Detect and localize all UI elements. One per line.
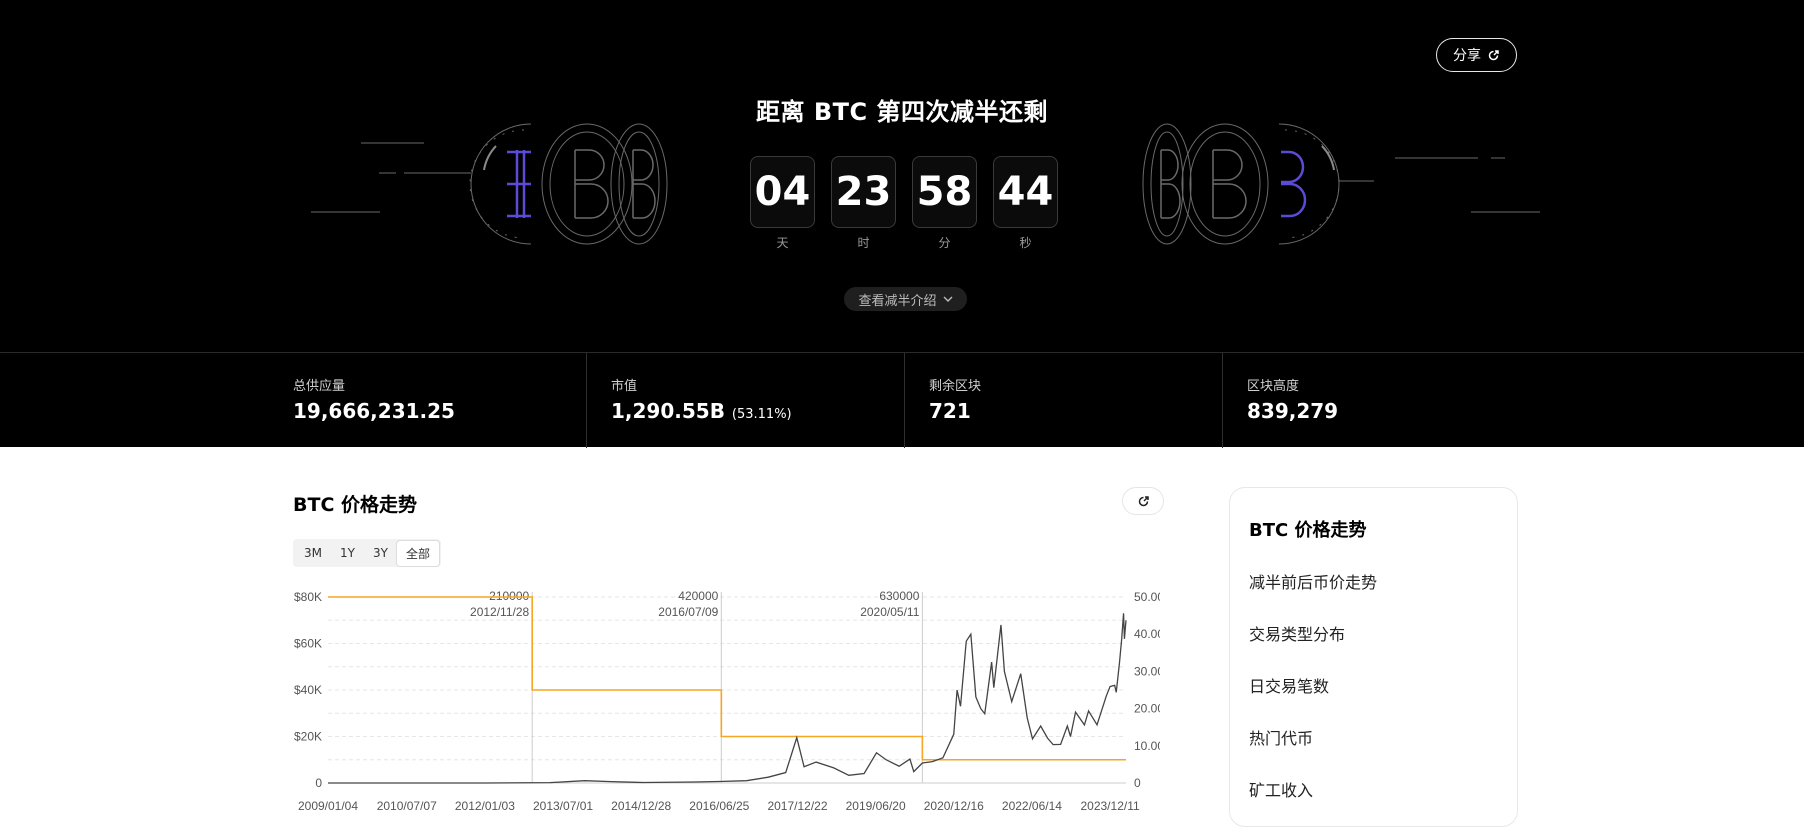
y-left-tick-label: 0 [315, 776, 322, 790]
bitcoin-symbol-icon [574, 149, 609, 219]
btc-price-chart[interactable]: 0 $20K $40K $60K $80K 0 10.00 20.00 30.00 40.00 50… [280, 580, 1160, 811]
bitcoin-symbol-icon [632, 149, 656, 219]
x-tick-label: 2014/12/28 [611, 799, 671, 811]
side-nav-item-hot-tokens[interactable]: 热门代币 [1249, 725, 1313, 749]
x-tick-label: 2020/12/16 [924, 799, 984, 811]
y-right-tick-label: 10.00 [1134, 739, 1160, 753]
x-tick-label: 2009/01/04 [298, 799, 358, 811]
side-nav-title: BTC 价格走势 [1249, 520, 1367, 541]
stat-value: 1,290.55B (53.11%) [611, 399, 792, 423]
stat-label: 区块高度 [1247, 379, 1300, 394]
halving-date-label: 2016/07/09 [658, 605, 718, 619]
countdown-title: 距离 BTC 第四次减半还剩 [756, 98, 1048, 126]
side-nav-item-daily-tx-count[interactable]: 日交易笔数 [1249, 673, 1329, 697]
stat-label: 市值 [611, 379, 638, 394]
bitcoin-half-accent-left [507, 150, 531, 218]
btc-price-series [328, 613, 1127, 784]
share-label: 分享 [1453, 48, 1481, 64]
stat-value: 721 [929, 399, 981, 423]
range-1y-button[interactable]: 1Y [331, 542, 364, 564]
hero-banner: 分享 距离 BTC 第四次减半还剩 04 天 23 时 58 分 44 秒 查看… [0, 0, 1804, 352]
countdown-unit: 秒 [1019, 236, 1032, 250]
stat-value: 19,666,231.25 [293, 399, 455, 423]
halving-intro-button[interactable]: 查看减半介绍 [844, 287, 967, 311]
x-tick-label: 2023/12/11 [1080, 799, 1139, 811]
chevron-down-icon [943, 296, 952, 302]
y-left-tick-label: $60K [294, 637, 322, 651]
x-tick-label: 2019/06/20 [846, 799, 906, 811]
chart-title: BTC 价格走势 [293, 494, 418, 516]
side-nav-item-price-around-halving[interactable]: 减半前后币价走势 [1249, 569, 1377, 593]
y-left-tick-label: $20K [294, 730, 322, 744]
y-right-tick-label: 0 [1134, 776, 1141, 790]
stat-market-cap: 市值 1,290.55B (53.11%) [611, 353, 792, 448]
halving-date-label: 2020/05/11 [860, 605, 919, 619]
stat-value-text: 839,279 [1247, 399, 1339, 423]
bitcoin-symbol-icon [1160, 149, 1181, 219]
bitcoin-half-accent-right [1281, 150, 1307, 218]
halving-block-label: 630000 [879, 589, 919, 603]
countdown-unit: 天 [776, 236, 789, 250]
countdown-days: 04 天 [750, 156, 815, 251]
halving-intro-label: 查看减半介绍 [858, 293, 937, 309]
y-right-tick-label: 50.00 [1134, 590, 1160, 604]
stat-value-text: 721 [929, 399, 971, 423]
stat-divider [904, 353, 905, 448]
stat-value-text: 19,666,231.25 [293, 399, 455, 423]
y-right-tick-label: 30.00 [1134, 664, 1160, 678]
x-tick-label: 2012/01/03 [455, 799, 515, 811]
x-tick-label: 2016/06/25 [689, 799, 749, 811]
y-left-tick-label: $80K [294, 590, 322, 604]
halving-block-label: 420000 [678, 589, 718, 603]
share-button[interactable]: 分享 [1436, 38, 1517, 72]
countdown-minutes: 58 分 [912, 156, 977, 251]
countdown-value: 58 [912, 156, 977, 228]
stat-divider [586, 353, 587, 448]
countdown-unit: 时 [857, 236, 870, 250]
y-right-tick-label: 20.00 [1134, 702, 1160, 716]
stat-label: 剩余区块 [929, 379, 982, 394]
countdown-value: 44 [993, 156, 1058, 228]
stat-block-height: 区块高度 839,279 [1247, 353, 1338, 448]
stat-value-text: 1,290.55B [611, 399, 725, 423]
countdown-unit: 分 [938, 236, 951, 250]
halving-block-label: 210000 [489, 589, 529, 603]
side-nav-item-tx-type-distribution[interactable]: 交易类型分布 [1249, 621, 1345, 645]
stats-bar: 总供应量 19,666,231.25 市值 1,290.55B (53.11%)… [0, 352, 1804, 448]
range-all-button[interactable]: 全部 [396, 540, 439, 566]
countdown-hours: 23 时 [831, 156, 896, 251]
share-icon [1488, 49, 1499, 60]
side-nav-item-miner-revenue[interactable]: 矿工收入 [1249, 777, 1313, 801]
stat-value: 839,279 [1247, 399, 1338, 423]
stat-label: 总供应量 [293, 379, 346, 394]
countdown-timer: 04 天 23 时 58 分 44 秒 [750, 156, 1058, 251]
coin-highlight [483, 145, 497, 171]
x-tick-label: 2013/07/01 [533, 799, 593, 811]
y-left-tick-label: $40K [294, 683, 322, 697]
time-range-selector: 3M 1Y 3Y 全部 [293, 539, 441, 567]
countdown-seconds: 44 秒 [993, 156, 1058, 251]
stat-value-sub: (53.11%) [731, 407, 792, 422]
x-tick-label: 2017/12/22 [767, 799, 827, 811]
side-navigation: BTC 价格走势 减半前后币价走势 交易类型分布 日交易笔数 热门代币 矿工收入 [1229, 487, 1518, 827]
range-3m-button[interactable]: 3M [295, 542, 331, 564]
chart-share-button[interactable] [1122, 487, 1164, 515]
x-tick-label: 2022/06/14 [1002, 799, 1062, 811]
y-right-tick-label: 40.00 [1134, 627, 1160, 641]
stat-total-supply: 总供应量 19,666,231.25 [293, 353, 455, 448]
halving-date-label: 2012/11/28 [470, 605, 529, 619]
stat-divider [1222, 353, 1223, 448]
countdown-value: 23 [831, 156, 896, 228]
share-icon [1138, 495, 1149, 506]
range-3y-button[interactable]: 3Y [364, 542, 397, 564]
bitcoin-symbol-icon [1212, 149, 1247, 219]
countdown-value: 04 [750, 156, 815, 228]
x-tick-label: 2010/07/07 [377, 799, 437, 811]
stat-remaining-blocks: 剩余区块 721 [929, 353, 981, 448]
